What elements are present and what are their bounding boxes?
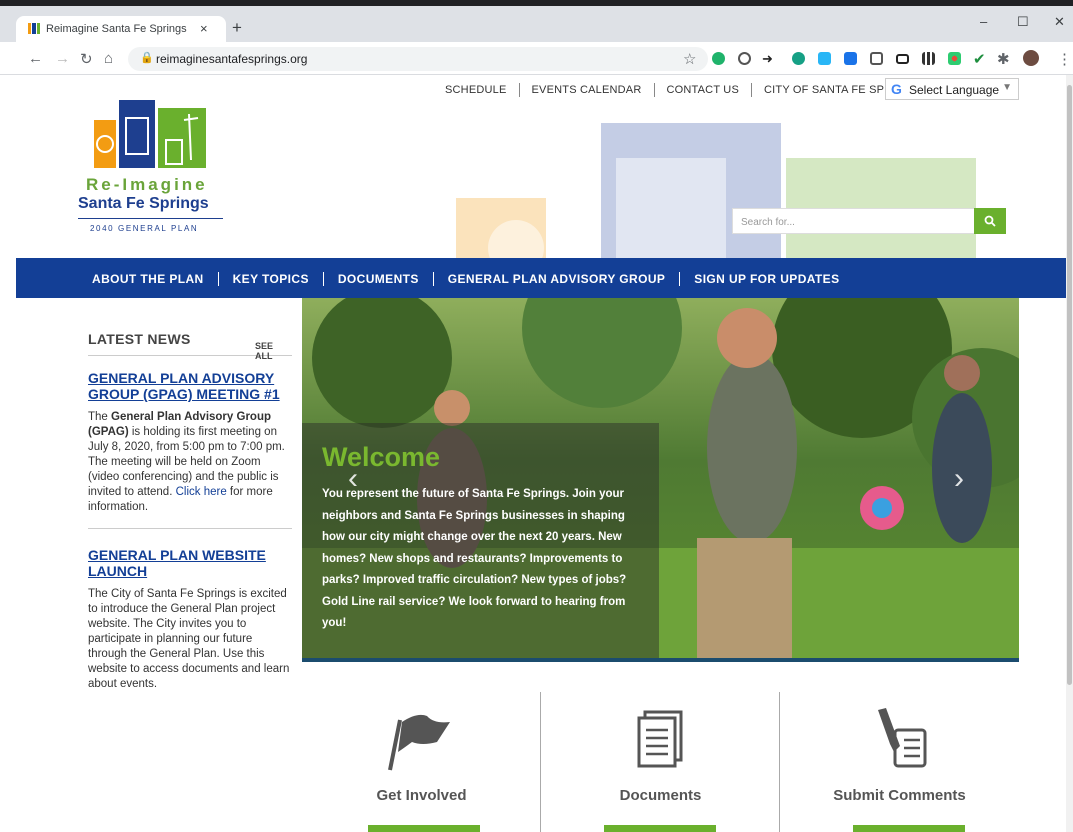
- maximize-button[interactable]: ☐: [1017, 14, 1029, 30]
- search-icon: [984, 215, 996, 227]
- scrollbar-thumb[interactable]: [1067, 85, 1072, 685]
- card-label: Documents: [619, 787, 702, 804]
- lock-icon: 🔒: [140, 52, 154, 64]
- extension-dots-icon[interactable]: [948, 52, 961, 65]
- nav-key-topics[interactable]: KEY TOPICS: [217, 272, 323, 286]
- web-page: SCHEDULE EVENTS CALENDAR CONTACT US CITY…: [16, 75, 1066, 832]
- card-documents[interactable]: Documents: [541, 662, 780, 832]
- utility-nav: SCHEDULE EVENTS CALENDAR CONTACT US CITY…: [433, 83, 932, 97]
- forward-arrow-icon[interactable]: →: [55, 50, 70, 67]
- close-window-button[interactable]: ✕: [1054, 14, 1065, 30]
- back-arrow-icon[interactable]: ←: [28, 50, 43, 67]
- card-submit-comments[interactable]: Submit Comments: [780, 662, 1019, 832]
- search-button[interactable]: [974, 208, 1006, 234]
- extension-window-icon[interactable]: [896, 54, 909, 64]
- nav-advisory-group[interactable]: GENERAL PLAN ADVISORY GROUP: [432, 272, 680, 286]
- minimize-button[interactable]: –: [980, 14, 987, 29]
- get-involved-button[interactable]: [368, 825, 480, 832]
- url-text: reimaginesantafesprings.org: [156, 52, 308, 66]
- home-icon[interactable]: ⌂: [104, 50, 113, 67]
- logo-santa-fe-springs[interactable]: Santa Fe Springs: [78, 195, 209, 213]
- extension-cloud-icon[interactable]: [818, 52, 831, 65]
- nav-about-the-plan[interactable]: ABOUT THE PLAN: [78, 272, 218, 286]
- bookmark-star-icon[interactable]: ☆: [683, 50, 696, 68]
- card-label: Get Involved: [376, 787, 467, 804]
- extension-check-icon[interactable]: ✔: [973, 50, 986, 68]
- language-label: Select Language: [909, 83, 1000, 97]
- nav-documents[interactable]: DOCUMENTS: [322, 272, 433, 286]
- card-label: Submit Comments: [833, 787, 966, 804]
- welcome-text: You represent the future of Santa Fe Spr…: [322, 488, 627, 629]
- nav-sign-up[interactable]: SIGN UP FOR UPDATES: [679, 272, 853, 286]
- utility-link-events[interactable]: EVENTS CALENDAR: [518, 83, 654, 97]
- extension-circle-icon[interactable]: [738, 52, 751, 65]
- extension-shield-icon[interactable]: [870, 52, 883, 65]
- extension-profile-icon[interactable]: [792, 52, 805, 65]
- tab-title: Reimagine Santa Fe Springs: [46, 23, 187, 35]
- search-placeholder: Search for...: [741, 217, 795, 228]
- news-item-title[interactable]: GENERAL PLAN WEBSITE LAUNCH: [88, 547, 292, 579]
- submit-comments-button[interactable]: [853, 825, 965, 832]
- document-icon: [637, 710, 683, 768]
- google-icon: G: [891, 81, 902, 97]
- reload-icon[interactable]: ↻: [80, 50, 93, 68]
- logo-divider: [78, 218, 223, 219]
- tab-close-icon[interactable]: ×: [200, 21, 208, 36]
- click-here-link[interactable]: Click here: [176, 486, 227, 498]
- browser-menu-icon[interactable]: ⋮: [1057, 50, 1072, 68]
- logo-reimagine[interactable]: Re-Imagine: [86, 175, 208, 195]
- slider-next-arrow[interactable]: ›: [954, 462, 964, 496]
- card-get-involved[interactable]: Get Involved: [302, 662, 541, 832]
- flag-icon: [388, 714, 450, 771]
- logo-tagline: 2040 GENERAL PLAN: [90, 224, 199, 233]
- browser-tab-strip: Reimagine Santa Fe Springs × + – ☐ ✕: [0, 0, 1073, 42]
- divider: [88, 528, 292, 529]
- see-all-link[interactable]: SEE ALL: [255, 341, 292, 361]
- news-item-body: The City of Santa Fe Springs is excited …: [88, 588, 290, 690]
- extension-grammarly-icon[interactable]: [712, 52, 725, 65]
- extension-arrow-icon[interactable]: ➜: [762, 51, 773, 67]
- logo-icon: [94, 100, 206, 168]
- browser-toolbar: ← → ↻ ⌂ 🔒 reimaginesantafesprings.org ☆ …: [0, 42, 1073, 75]
- pen-list-icon: [878, 708, 927, 768]
- extension-blue-icon[interactable]: [844, 52, 857, 65]
- page-scrollbar[interactable]: [1066, 75, 1073, 832]
- feature-cards: Get Involved Documents Submit Comments: [302, 662, 1019, 832]
- main-navigation: ABOUT THE PLAN KEY TOPICS DOCUMENTS GENE…: [16, 258, 1066, 298]
- profile-avatar[interactable]: [1023, 50, 1039, 66]
- utility-link-schedule[interactable]: SCHEDULE: [433, 83, 519, 97]
- welcome-heading: Welcome: [322, 442, 441, 472]
- hero-slider: Welcome You represent the future of Sant…: [302, 298, 1019, 661]
- extension-grid-icon[interactable]: [922, 52, 935, 65]
- news-item-title[interactable]: GENERAL PLAN ADVISORY GROUP (GPAG) MEETI…: [88, 370, 292, 402]
- browser-tab[interactable]: Reimagine Santa Fe Springs ×: [16, 16, 226, 42]
- news-item: GENERAL PLAN ADVISORY GROUP (GPAG) MEETI…: [88, 370, 292, 692]
- documents-button[interactable]: [604, 825, 716, 832]
- site-favicon: [28, 23, 40, 34]
- language-select[interactable]: G Select Language ▼: [885, 78, 1019, 100]
- address-bar[interactable]: 🔒 reimaginesantafesprings.org: [128, 47, 708, 71]
- header-city-graphic: [456, 123, 976, 258]
- news-item-body: The General Plan Advisory Group (GPAG) i…: [88, 411, 285, 513]
- new-tab-button[interactable]: +: [232, 18, 242, 38]
- chevron-down-icon: ▼: [1002, 82, 1012, 93]
- latest-news-sidebar: LATEST NEWS SEE ALL GENERAL PLAN ADVISOR…: [88, 331, 292, 692]
- utility-link-contact[interactable]: CONTACT US: [653, 83, 752, 97]
- slider-prev-arrow[interactable]: ‹: [348, 462, 358, 496]
- search-input[interactable]: Search for...: [732, 208, 976, 234]
- extensions-puzzle-icon[interactable]: ✱: [997, 50, 1010, 68]
